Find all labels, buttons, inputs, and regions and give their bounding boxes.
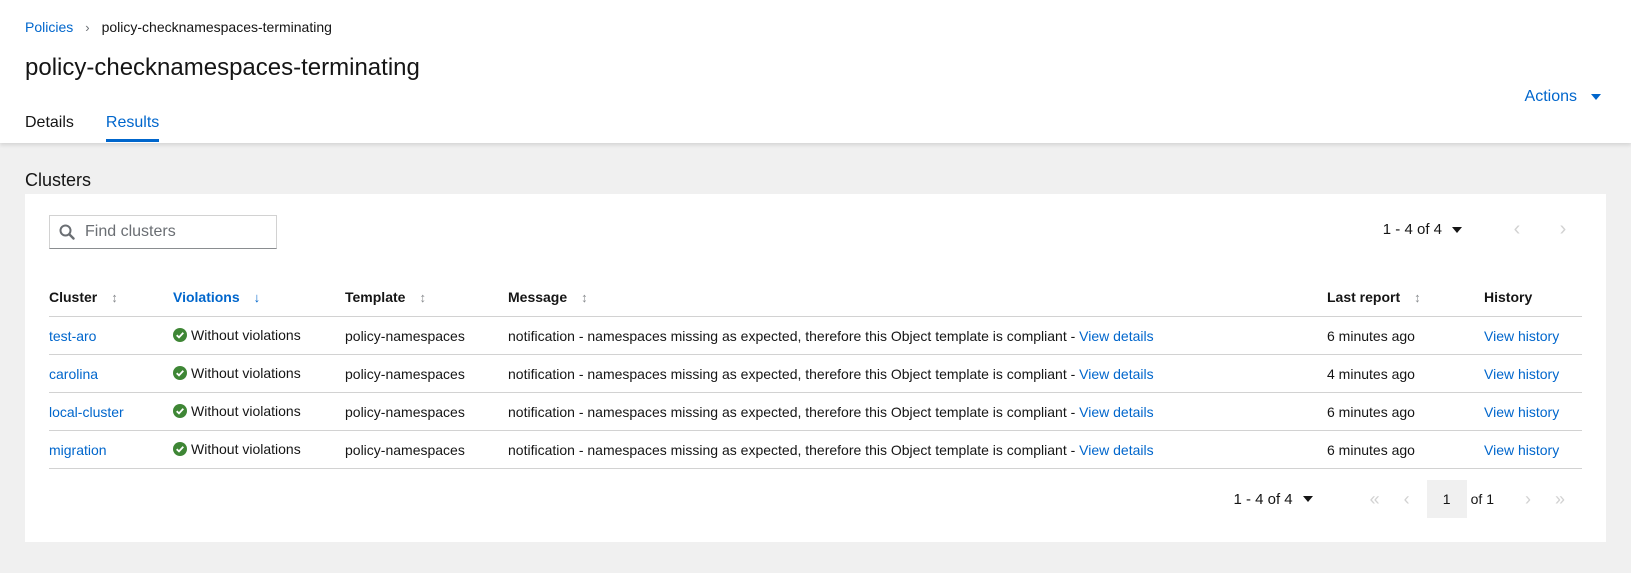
clusters-card: 1 - 4 of 4 ‹ › Cluster↕ Violations↓ Temp… bbox=[25, 194, 1606, 542]
last-page-icon[interactable]: » bbox=[1544, 489, 1576, 510]
message-text: notification - namespaces missing as exp… bbox=[508, 441, 1080, 458]
actions-dropdown[interactable]: Actions bbox=[1525, 88, 1601, 106]
column-header-cluster[interactable]: Cluster ↕ bbox=[49, 278, 173, 317]
page-count: of 1 bbox=[1470, 491, 1494, 507]
caret-down-icon bbox=[1452, 226, 1462, 233]
first-page-icon[interactable]: « bbox=[1359, 489, 1391, 510]
breadcrumb-policies-link[interactable]: Policies bbox=[25, 19, 73, 35]
check-circle-icon bbox=[173, 327, 187, 342]
previous-page-icon[interactable]: ‹ bbox=[1494, 218, 1540, 241]
view-history-link[interactable]: View history bbox=[1484, 366, 1559, 382]
cluster-link[interactable]: carolina bbox=[49, 366, 98, 382]
search-icon bbox=[59, 224, 75, 240]
next-page-icon[interactable]: › bbox=[1512, 489, 1544, 510]
check-circle-icon bbox=[173, 365, 187, 380]
caret-down-icon bbox=[1591, 94, 1601, 100]
violation-status: Without violations bbox=[191, 402, 301, 419]
tab-details[interactable]: Details bbox=[25, 108, 74, 140]
table-row: migration Without violations policy-name… bbox=[49, 430, 1582, 469]
template-name: policy-namespaces bbox=[345, 316, 508, 355]
message-text: notification - namespaces missing as exp… bbox=[508, 403, 1080, 420]
view-details-link[interactable]: View details bbox=[1079, 328, 1153, 344]
pagination-range: 1 - 4 of 4 bbox=[1382, 221, 1442, 238]
template-name: policy-namespaces bbox=[345, 430, 508, 469]
sort-icon: ↕ bbox=[581, 290, 588, 305]
template-name: policy-namespaces bbox=[345, 354, 508, 393]
check-circle-icon bbox=[173, 403, 187, 418]
cluster-link[interactable]: local-cluster bbox=[49, 404, 124, 420]
page-number-input[interactable] bbox=[1426, 480, 1467, 518]
template-name: policy-namespaces bbox=[345, 392, 508, 431]
status-badge: Without violations bbox=[173, 441, 301, 457]
sort-icon: ↕ bbox=[419, 290, 426, 305]
actions-label: Actions bbox=[1524, 88, 1577, 105]
cluster-link[interactable]: test-aro bbox=[49, 328, 96, 344]
sort-icon: ↕ bbox=[111, 290, 118, 305]
violation-status: Without violations bbox=[191, 326, 301, 343]
tab-results[interactable]: Results bbox=[105, 108, 160, 142]
column-header-message[interactable]: Message ↕ bbox=[508, 278, 1327, 317]
view-history-link[interactable]: View history bbox=[1484, 442, 1559, 458]
last-report: 6 minutes ago bbox=[1327, 430, 1484, 469]
tab-bar: Details Results bbox=[25, 108, 160, 142]
message-text: notification - namespaces missing as exp… bbox=[508, 327, 1080, 344]
violation-status: Without violations bbox=[191, 364, 301, 381]
pagination-range: 1 - 4 of 4 bbox=[1233, 490, 1293, 508]
view-history-link[interactable]: View history bbox=[1484, 328, 1559, 344]
find-clusters-input[interactable] bbox=[83, 222, 267, 242]
column-header-last-report[interactable]: Last report ↕ bbox=[1327, 278, 1484, 317]
breadcrumb: Policies › policy-checknamespaces-termin… bbox=[25, 19, 332, 35]
page-header: Policies › policy-checknamespaces-termin… bbox=[0, 0, 1631, 143]
page-title: policy-checknamespaces-terminating bbox=[25, 54, 420, 81]
clusters-table: Cluster ↕ Violations ↓ Template ↕ Message ↕ … bbox=[49, 278, 1582, 469]
breadcrumb-current: policy-checknamespaces-terminating bbox=[101, 19, 332, 35]
view-history-link[interactable]: View history bbox=[1484, 404, 1559, 420]
status-badge: Without violations bbox=[173, 327, 301, 343]
chevron-right-icon: › bbox=[85, 19, 90, 35]
sort-down-icon: ↓ bbox=[253, 290, 261, 305]
column-header-template[interactable]: Template ↕ bbox=[345, 278, 508, 317]
caret-down-icon bbox=[1302, 496, 1313, 502]
table-header-row: Cluster ↕ Violations ↓ Template ↕ Message ↕ … bbox=[49, 278, 1582, 317]
view-details-link[interactable]: View details bbox=[1079, 366, 1153, 382]
sort-icon: ↕ bbox=[1414, 290, 1421, 305]
view-details-link[interactable]: View details bbox=[1079, 442, 1153, 458]
next-page-icon[interactable]: › bbox=[1540, 218, 1586, 241]
violation-status: Without violations bbox=[191, 440, 301, 457]
column-header-violations[interactable]: Violations ↓ bbox=[173, 278, 345, 317]
table-row: carolina Without violations policy-names… bbox=[49, 354, 1582, 393]
check-circle-icon bbox=[173, 441, 187, 456]
cluster-link[interactable]: migration bbox=[49, 442, 107, 458]
last-report: 6 minutes ago bbox=[1327, 392, 1484, 431]
column-header-history: History bbox=[1484, 278, 1582, 317]
last-report: 6 minutes ago bbox=[1327, 316, 1484, 355]
pagination-range-toggle[interactable]: 1 - 4 of 4 bbox=[1383, 221, 1462, 238]
status-badge: Without violations bbox=[173, 403, 301, 419]
table-row: test-aro Without violations policy-names… bbox=[49, 316, 1582, 355]
pagination-bottom: 1 - 4 of 4 « ‹ of 1 › » bbox=[1233, 480, 1576, 518]
pagination-range-toggle[interactable]: 1 - 4 of 4 bbox=[1233, 490, 1313, 508]
pagination-top: 1 - 4 of 4 ‹ › bbox=[1383, 218, 1586, 241]
message-text: notification - namespaces missing as exp… bbox=[508, 365, 1080, 382]
search-box bbox=[49, 215, 277, 249]
previous-page-icon[interactable]: ‹ bbox=[1391, 489, 1423, 510]
last-report: 4 minutes ago bbox=[1327, 354, 1484, 393]
table-row: local-cluster Without violations policy-… bbox=[49, 392, 1582, 431]
view-details-link[interactable]: View details bbox=[1079, 404, 1153, 420]
clusters-section-title: Clusters bbox=[25, 170, 92, 190]
status-badge: Without violations bbox=[173, 365, 301, 381]
